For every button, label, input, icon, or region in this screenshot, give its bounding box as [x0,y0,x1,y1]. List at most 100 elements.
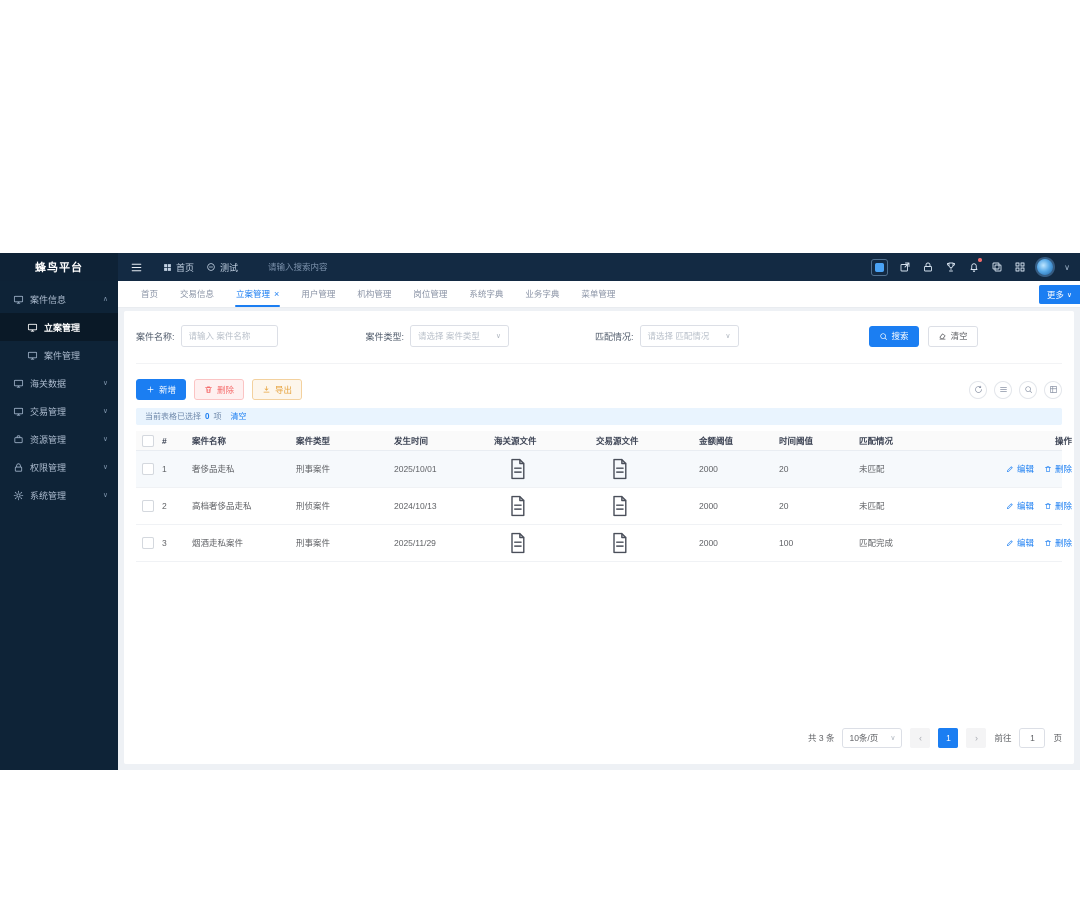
user-menu-chevron-icon[interactable]: ∨ [1064,263,1070,272]
monitor-icon [27,322,38,333]
match-status-select[interactable]: 请选择 匹配情况 ∨ [639,325,739,347]
sidebar: 案件信息 ∧ 立案管理 案件管理 海关数据 ∨ 交易管理 ∨ 资源管理 ∨ 权限… [0,281,118,770]
topbar: 蜂鸟平台 首页 测试 请输入搜索内容 ∨ [0,253,1080,281]
table-row: 3 烟酒走私案件 刑事案件 2025/11/29 2000 100 匹配完成 编… [136,525,1072,562]
delete-link[interactable]: 删除 [1044,537,1072,549]
prev-page-button[interactable]: ‹ [910,728,931,748]
notification-dot [978,258,983,262]
notifications-bell-icon[interactable] [968,258,983,273]
edit-link[interactable]: 编辑 [1006,500,1034,512]
copy-icon[interactable] [991,261,1003,273]
topbar-actions: ∨ [871,258,1080,276]
time-threshold: 20 [779,464,789,474]
chevron-down-icon: ∨ [102,464,108,471]
topbar-home[interactable]: 首页 [163,261,194,274]
row-checkbox[interactable] [142,537,154,549]
customs-file-icon[interactable] [508,532,596,554]
search-toggle-icon[interactable] [1019,380,1037,399]
tab-business-dict[interactable]: 业务字典 [514,281,570,307]
column-settings-icon[interactable] [1044,380,1062,399]
more-tabs-button[interactable]: 更多 ∨ [1038,285,1080,304]
add-button[interactable]: 新增 [136,379,187,400]
clear-button[interactable]: 清空 [927,325,978,347]
content-card: 案件名称: 案件类型: 请选择 案件类型 ∨ 匹配情况: 请选择 匹配情况 ∨ [124,311,1074,764]
close-tab-icon[interactable]: × [274,289,279,299]
sidebar-item-transaction-management[interactable]: 交易管理 ∨ [0,397,118,425]
sidebar-item-customs-data[interactable]: 海关数据 ∨ [0,369,118,397]
lock-icon[interactable] [922,261,934,273]
row-actions: 编辑 删除 [984,537,1072,549]
time-threshold: 100 [779,538,794,548]
tab-case-filing[interactable]: 立案管理 × [225,281,290,307]
trade-file-icon[interactable] [610,532,699,554]
export-icon [262,385,271,394]
case-type: 刑事案件 [296,538,331,548]
tab-home[interactable]: 首页 [130,281,169,307]
case-type-select[interactable]: 请选择 案件类型 ∨ [410,325,510,347]
case-name-field[interactable] [180,325,278,347]
sidebar-item-case-info[interactable]: 案件信息 ∧ [0,285,118,313]
topbar-search-input[interactable] [268,262,379,272]
trash-icon [1044,465,1052,473]
goto-page-input[interactable] [1019,728,1046,748]
search-icon [879,332,888,341]
page-size-select[interactable]: 10条/页 ∨ [842,728,903,748]
sidebar-item-case-management[interactable]: 案件管理 [0,341,118,369]
goto-label: 前往 [994,733,1012,743]
delete-link[interactable]: 删除 [1044,463,1072,475]
refresh-icon[interactable] [969,380,987,399]
hamburger-menu-icon[interactable] [130,261,143,274]
tab-transaction-info[interactable]: 交易信息 [169,281,225,307]
search-button[interactable]: 搜索 [868,325,919,347]
match-status: 未匹配 [859,501,885,511]
page: 蜂鸟平台 首页 测试 请输入搜索内容 ∨ 案件信息 ∧ 立案管理 案件管理 海关… [0,0,1080,919]
tab-menu-management[interactable]: 菜单管理 [570,281,626,307]
topbar-test[interactable]: 测试 [206,261,238,274]
table-header: # 案件名称 案件类型 发生时间 海关源文件 交易源文件 金额阈值 时间阈值 匹… [136,431,1072,451]
customs-file-icon[interactable] [508,458,596,480]
sidebar-item-system-management[interactable]: 系统管理 ∨ [0,481,118,509]
export-button[interactable]: 导出 [252,379,303,400]
tab-system-dict[interactable]: 系统字典 [458,281,514,307]
edit-link[interactable]: 编辑 [1006,537,1034,549]
apps-grid-icon[interactable] [1014,261,1026,273]
pencil-icon [1006,502,1014,510]
delete-link[interactable]: 删除 [1044,500,1072,512]
screen-panel-icon[interactable] [871,258,889,276]
external-link-icon[interactable] [899,261,911,273]
row-checkbox[interactable] [142,500,154,512]
tab-user-management[interactable]: 用户管理 [290,281,346,307]
tab-org-management[interactable]: 机构管理 [346,281,402,307]
trade-file-icon[interactable] [610,458,699,480]
main-area: 首页 交易信息 立案管理 × 用户管理 机构管理 岗位管理 系统字典 业务字典 … [118,281,1080,770]
case-name: 奢侈品走私 [192,464,235,474]
clear-selection-link[interactable]: 清空 [230,411,246,422]
edit-link[interactable]: 编辑 [1006,463,1034,475]
trophy-icon[interactable] [945,261,957,273]
sidebar-item-case-filing[interactable]: 立案管理 [0,313,118,341]
density-icon[interactable] [994,380,1012,399]
user-avatar[interactable] [1037,259,1054,275]
delete-button[interactable]: 删除 [194,379,245,400]
topbar-search[interactable] [268,262,379,272]
select-all-checkbox[interactable] [142,434,154,447]
amount-threshold: 2000 [699,464,718,474]
time-threshold: 20 [779,501,789,511]
gear-icon [13,490,24,501]
trash-icon [1044,502,1052,510]
trade-file-icon[interactable] [610,495,699,517]
sidebar-item-resource-management[interactable]: 资源管理 ∨ [0,425,118,453]
sidebar-item-permission-management[interactable]: 权限管理 ∨ [0,453,118,481]
row-checkbox[interactable] [142,463,154,475]
case-type: 刑事案件 [296,464,331,474]
monitor-icon [13,294,24,305]
customs-file-icon[interactable] [508,495,596,517]
tab-post-management[interactable]: 岗位管理 [402,281,458,307]
case-name-label: 案件名称: [136,331,175,342]
page-1-button[interactable]: 1 [938,728,959,748]
case-name-input[interactable] [188,331,270,341]
page-unit-label: 页 [1053,733,1062,743]
amount-threshold: 2000 [699,501,718,511]
next-page-button[interactable]: › [966,728,987,748]
row-actions: 编辑 删除 [984,463,1072,475]
